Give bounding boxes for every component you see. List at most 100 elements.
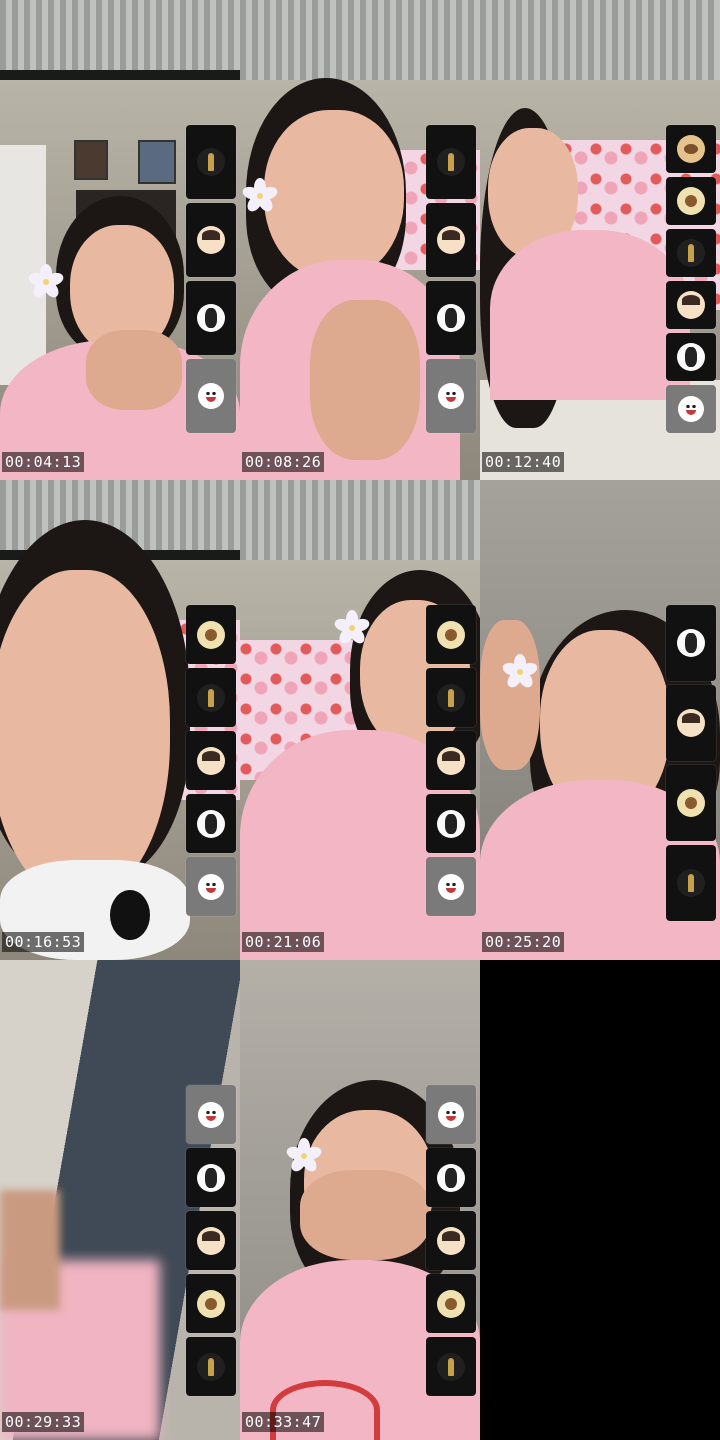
trophy-icon bbox=[437, 148, 465, 176]
smiley-face-icon bbox=[438, 873, 464, 900]
trophy-icon bbox=[677, 239, 705, 267]
cartoon-face-icon bbox=[437, 746, 465, 775]
participant-thumbnail[interactable] bbox=[426, 281, 476, 355]
participant-thumbnail[interactable] bbox=[186, 1337, 236, 1396]
smiley-face-icon bbox=[198, 1101, 224, 1128]
participant-strip bbox=[426, 125, 476, 433]
tuxedo-icon bbox=[437, 1163, 465, 1192]
bird-icon bbox=[437, 620, 465, 649]
participant-thumbnail[interactable] bbox=[186, 668, 236, 727]
bird-icon bbox=[197, 1289, 225, 1318]
cartoon-face-icon bbox=[677, 291, 705, 319]
participant-thumbnail[interactable] bbox=[426, 1211, 476, 1270]
video-frame-1[interactable]: 00:04:13 bbox=[0, 0, 240, 480]
participant-thumbnail[interactable] bbox=[666, 281, 716, 329]
video-frame-grid: 00:04:13 00:08:26 00:12:40 00:16:53 00:2… bbox=[0, 0, 720, 1440]
tuxedo-icon bbox=[197, 1163, 225, 1192]
timestamp-label: 00:12:40 bbox=[482, 452, 565, 472]
cartoon-face-icon bbox=[437, 1226, 465, 1255]
participant-thumbnail[interactable] bbox=[186, 125, 236, 199]
participant-strip bbox=[186, 1085, 236, 1396]
participant-thumbnail[interactable] bbox=[426, 1148, 476, 1207]
participant-thumbnail[interactable] bbox=[426, 125, 476, 199]
smiley-face-icon bbox=[438, 383, 464, 409]
cartoon-face-icon bbox=[197, 226, 225, 254]
cat-icon bbox=[677, 135, 705, 163]
bird-icon bbox=[677, 187, 705, 215]
trophy-icon bbox=[677, 869, 705, 897]
video-frame-3[interactable]: 00:12:40 bbox=[480, 0, 720, 480]
participant-thumbnail[interactable] bbox=[666, 229, 716, 277]
timestamp-label: 00:25:20 bbox=[482, 932, 565, 952]
tuxedo-icon bbox=[197, 304, 225, 332]
participant-thumbnail[interactable] bbox=[186, 1211, 236, 1270]
participant-thumbnail[interactable] bbox=[426, 668, 476, 727]
participant-thumbnail[interactable] bbox=[426, 605, 476, 664]
video-frame-6[interactable]: 00:25:20 bbox=[480, 480, 720, 960]
participant-thumbnail[interactable] bbox=[426, 1274, 476, 1333]
timestamp-label: 00:33:47 bbox=[242, 1412, 325, 1432]
participant-thumbnail[interactable] bbox=[186, 731, 236, 790]
timestamp-label: 00:29:33 bbox=[2, 1412, 85, 1432]
empty-cell bbox=[480, 960, 720, 1440]
participant-thumbnail[interactable] bbox=[186, 1148, 236, 1207]
participant-thumbnail[interactable] bbox=[666, 685, 716, 761]
cartoon-face-icon bbox=[197, 1226, 225, 1255]
participant-thumbnail[interactable] bbox=[426, 1085, 476, 1144]
video-frame-5[interactable]: 00:21:06 bbox=[240, 480, 480, 960]
tuxedo-icon bbox=[677, 343, 705, 371]
cartoon-face-icon bbox=[677, 709, 705, 737]
participant-thumbnail[interactable] bbox=[666, 333, 716, 381]
flower-icon bbox=[240, 176, 280, 216]
video-frame-2[interactable]: 00:08:26 bbox=[240, 0, 480, 480]
smiley-face-icon bbox=[438, 1101, 464, 1128]
video-frame-7[interactable]: 00:29:33 bbox=[0, 960, 240, 1440]
participant-strip bbox=[666, 605, 716, 921]
participant-thumbnail[interactable] bbox=[666, 765, 716, 841]
trophy-icon bbox=[437, 683, 465, 712]
participant-thumbnail[interactable] bbox=[666, 605, 716, 681]
trophy-icon bbox=[197, 683, 225, 712]
timestamp-label: 00:08:26 bbox=[242, 452, 325, 472]
participant-thumbnail[interactable] bbox=[186, 359, 236, 433]
bird-icon bbox=[197, 620, 225, 649]
participant-thumbnail[interactable] bbox=[426, 203, 476, 277]
participant-thumbnail[interactable] bbox=[426, 359, 476, 433]
timestamp-label: 00:04:13 bbox=[2, 452, 85, 472]
participant-strip bbox=[186, 125, 236, 433]
participant-thumbnail[interactable] bbox=[426, 1337, 476, 1396]
participant-thumbnail[interactable] bbox=[426, 857, 476, 916]
participant-thumbnail[interactable] bbox=[666, 845, 716, 921]
participant-strip bbox=[666, 125, 716, 433]
tuxedo-icon bbox=[437, 304, 465, 332]
trophy-icon bbox=[197, 1352, 225, 1381]
cartoon-face-icon bbox=[197, 746, 225, 775]
participant-thumbnail[interactable] bbox=[186, 605, 236, 664]
participant-thumbnail[interactable] bbox=[186, 857, 236, 916]
participant-thumbnail[interactable] bbox=[666, 125, 716, 173]
trophy-icon bbox=[197, 148, 225, 176]
participant-thumbnail[interactable] bbox=[186, 203, 236, 277]
participant-strip bbox=[186, 605, 236, 916]
participant-strip bbox=[426, 605, 476, 916]
bird-icon bbox=[677, 789, 705, 817]
cartoon-face-icon bbox=[437, 226, 465, 254]
video-frame-4[interactable]: 00:16:53 bbox=[0, 480, 240, 960]
timestamp-label: 00:21:06 bbox=[242, 932, 325, 952]
participant-thumbnail[interactable] bbox=[666, 385, 716, 433]
video-frame-8[interactable]: 00:33:47 bbox=[240, 960, 480, 1440]
participant-thumbnail[interactable] bbox=[666, 177, 716, 225]
smiley-face-icon bbox=[198, 873, 224, 900]
participant-thumbnail[interactable] bbox=[186, 281, 236, 355]
participant-thumbnail[interactable] bbox=[186, 794, 236, 853]
participant-thumbnail[interactable] bbox=[426, 731, 476, 790]
participant-thumbnail[interactable] bbox=[186, 1085, 236, 1144]
participant-thumbnail[interactable] bbox=[426, 794, 476, 853]
participant-thumbnail[interactable] bbox=[186, 1274, 236, 1333]
smiley-face-icon bbox=[198, 383, 224, 409]
bird-icon bbox=[437, 1289, 465, 1318]
flower-icon bbox=[284, 1136, 324, 1176]
flower-icon bbox=[500, 652, 540, 692]
timestamp-label: 00:16:53 bbox=[2, 932, 85, 952]
tuxedo-icon bbox=[677, 629, 705, 657]
